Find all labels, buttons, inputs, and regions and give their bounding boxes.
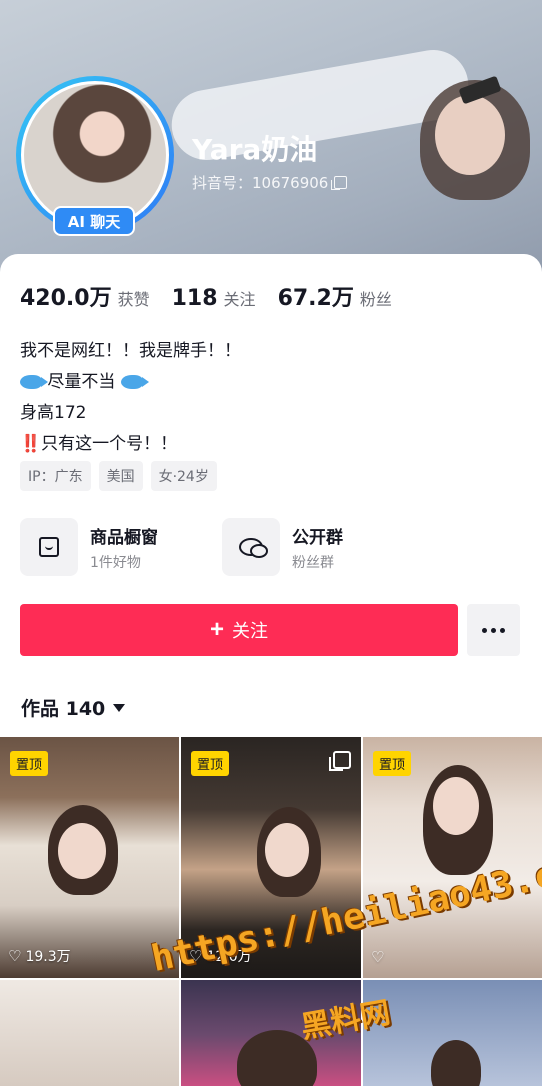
- fish-icon: [120, 375, 149, 389]
- heart-icon: ♡: [8, 947, 22, 965]
- stat-following-number: 118: [171, 286, 218, 311]
- shopping-bag-icon: [20, 518, 78, 576]
- profile-name: Yara奶油: [192, 133, 318, 166]
- profile-card: 420.0万 获赞 118 关注 67.2万 粉丝 我不是网红！！我是牌手！！ …: [0, 254, 542, 1086]
- stats-row: 420.0万 获赞 118 关注 67.2万 粉丝: [20, 280, 392, 312]
- video-thumbnail[interactable]: 置顶 ♡: [363, 737, 542, 978]
- tab-works[interactable]: 作品 140: [21, 694, 126, 721]
- stat-following-label: 关注: [223, 290, 256, 309]
- shortcut-shop-title: 商品橱窗: [90, 527, 158, 548]
- stat-followers-number: 67.2万: [277, 286, 354, 311]
- pinned-badge: 置顶: [191, 751, 230, 776]
- douyin-id-text: 抖音号：10676906: [192, 174, 329, 192]
- stat-likes[interactable]: 420.0万 获赞: [20, 280, 150, 312]
- follow-button[interactable]: + 关注: [20, 604, 458, 656]
- tab-works-label: 作品 140: [21, 698, 106, 720]
- likes-count: ♡: [371, 948, 388, 966]
- stat-likes-number: 420.0万: [20, 286, 112, 311]
- more-dots-icon: [491, 627, 496, 633]
- stat-followers[interactable]: 67.2万 粉丝: [278, 280, 392, 312]
- bio-line-3: 身高172: [20, 403, 87, 423]
- ai-chat-label: AI 聊天: [67, 212, 121, 231]
- bio-line-2-text: 尽量不当: [47, 372, 116, 392]
- tag-country: 美国: [98, 461, 143, 491]
- shortcut-public-group[interactable]: 公开群 粉丝群: [222, 518, 392, 576]
- pinned-badge: 置顶: [10, 751, 49, 776]
- video-thumbnail[interactable]: [0, 980, 179, 1086]
- bio-line-4-text: 只有这一个号！！: [41, 434, 178, 454]
- likes-count: ♡ 19.3万: [8, 946, 71, 966]
- stat-likes-label: 获赞: [117, 290, 150, 309]
- tag-ip: IP：广东: [20, 461, 91, 491]
- video-thumbnail[interactable]: [363, 980, 542, 1086]
- tag-row: IP：广东 美国 女·24岁: [20, 461, 217, 491]
- ai-chat-badge[interactable]: AI 聊天: [53, 206, 135, 236]
- more-options-button[interactable]: [467, 604, 520, 656]
- bio-line-4: ‼️只有这一个号！！: [20, 429, 241, 460]
- shortcut-shop-window[interactable]: 商品橱窗 1件好物: [20, 518, 190, 576]
- bio-line-2: 尽量不当: [20, 367, 241, 398]
- bio: 我不是网红！！我是牌手！！ 尽量不当 身高172 ‼️只有这一个号！！: [20, 336, 241, 460]
- stat-following[interactable]: 118 关注: [172, 286, 256, 311]
- bio-line-1: 我不是网红！！我是牌手！！: [20, 341, 241, 361]
- double-exclamation-icon: ‼️: [20, 434, 42, 454]
- shortcuts-row: 商品橱窗 1件好物 公开群 粉丝群: [20, 518, 392, 576]
- follow-button-label: 关注: [232, 621, 268, 641]
- tag-gender-age: 女·24岁: [150, 461, 217, 491]
- shortcut-group-sub: 粉丝群: [292, 554, 334, 571]
- shortcut-shop-sub: 1件好物: [90, 554, 141, 571]
- stat-followers-label: 粉丝: [359, 290, 392, 309]
- douyin-id[interactable]: 抖音号：10676906: [192, 172, 348, 193]
- heart-icon: ♡: [371, 948, 385, 966]
- pinned-badge: 置顶: [373, 751, 412, 776]
- copy-icon[interactable]: [331, 176, 348, 190]
- more-dots-icon: [482, 627, 487, 633]
- likes-count-text: 19.3万: [25, 949, 71, 965]
- shortcut-group-title: 公开群: [292, 527, 343, 548]
- plus-icon: +: [209, 616, 224, 643]
- fish-icon: [20, 375, 48, 389]
- group-chat-icon: [222, 518, 280, 576]
- multi-image-icon: [329, 751, 351, 771]
- more-dots-icon: [500, 627, 505, 633]
- caret-down-icon: [113, 703, 126, 712]
